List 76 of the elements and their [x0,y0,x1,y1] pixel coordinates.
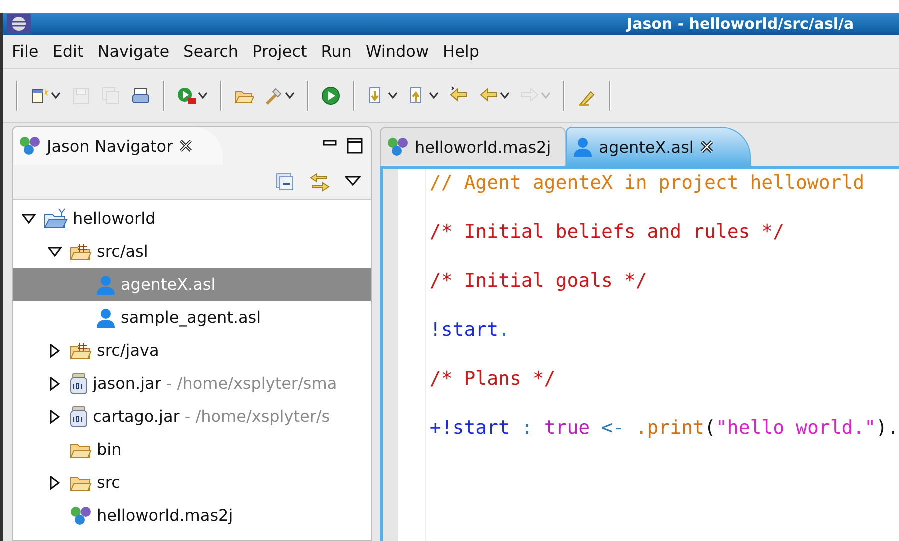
menu-item[interactable]: File [5,42,46,61]
editor-tab[interactable]: helloworld.mas2j [380,127,566,166]
collapsed-triangle-icon[interactable] [50,410,60,424]
code-line: // Agent agenteX in project helloworld [430,171,866,196]
tree-item[interactable]: src/asl [13,235,371,268]
caret-icon [51,92,61,100]
expanded-triangle-icon[interactable] [48,246,62,256]
tree-item-label: jason.jar [93,374,162,393]
tree-item[interactable]: src/java [13,334,371,367]
editor-tab-label: agenteX.asl [599,138,694,156]
menu-item[interactable]: Edit [46,42,91,61]
menu-item[interactable]: Navigate [90,42,177,61]
view-menu-icon[interactable] [345,176,361,188]
view-tab[interactable]: Jason Navigator [13,127,224,165]
code-line: /* Initial beliefs and rules */ [430,220,786,245]
tree-item-label: helloworld.mas2j [97,506,234,525]
code-line: /* Initial goals */ [430,269,648,294]
tree-item-label: src/asl [97,242,148,261]
tree-item[interactable]: jason.jar - /home/xsplyter/sma [13,367,371,400]
jar-icon [70,372,88,394]
code-line: !start. [430,318,512,343]
caret-icon [388,92,398,100]
expanded-triangle-icon[interactable] [22,214,36,224]
colored-dots-icon [70,506,92,526]
tree-item[interactable]: sample_agent.asl [13,301,371,334]
printer-icon [131,86,151,106]
tree-item-label: bin [97,440,122,459]
tree-item-label: src [97,473,120,492]
code-line: /* Plans */ [430,367,557,392]
editor-tab[interactable]: agenteX.asl [566,127,751,166]
tree-item-label: cartago.jar [93,407,180,426]
caret-icon [500,92,510,100]
maximize-icon[interactable] [347,138,363,154]
collapsed-triangle-icon[interactable] [50,376,60,390]
package-folder-icon [70,242,92,260]
tree-item[interactable]: cartago.jar - /home/xsplyter/s [13,400,371,433]
menu-item[interactable]: Window [358,42,436,61]
tree-item-label: sample_agent.asl [121,308,262,327]
tree-item-label: src/java [97,341,160,360]
caret-icon [429,92,439,100]
caret-icon [285,92,295,100]
collapsed-triangle-icon[interactable] [50,344,60,358]
person-icon [96,308,116,328]
person-icon [96,274,116,294]
collapsed-triangle-icon[interactable] [50,476,60,490]
tree-item[interactable]: src [13,466,371,499]
menu-item[interactable]: Project [246,42,314,61]
sync-arrows-icon[interactable] [309,171,331,193]
collapse-all-icon[interactable] [275,172,295,192]
jar-icon [70,406,88,428]
caret-icon [198,92,208,100]
tree-item[interactable]: helloworld [13,202,371,235]
person-icon [573,137,594,157]
tree-item-label: helloworld [73,209,156,228]
colored-dots-icon [19,136,41,156]
tree-item[interactable]: bin [13,433,371,466]
app-logo-icon [7,14,31,34]
run-configuration-icon [177,86,197,106]
tree-item[interactable]: helloworld.mas2j [13,499,371,532]
close-icon[interactable] [700,140,714,154]
window-title: Jason - helloworld/src/asl/a [627,15,856,33]
colored-dots-icon [387,137,409,157]
package-folder-icon [70,342,92,360]
editor-tab-label: helloworld.mas2j [415,138,552,156]
menu-item[interactable]: Search [176,42,246,61]
tree-item-label: agenteX.asl [121,275,216,294]
code-line: +!start : true <- .print("hello world."). [430,416,899,441]
close-icon[interactable] [179,139,194,153]
tree-item-path: - /home/xsplyter/s [184,407,330,426]
tree-item-path: - /home/xsplyter/sma [166,374,338,393]
project-folder-icon [44,208,68,230]
caret-icon [541,92,551,100]
view-tab-title: Jason Navigator [47,136,174,156]
play-icon [321,86,341,106]
menu-item[interactable]: Run [314,42,359,61]
menu-item[interactable]: Help [436,42,487,61]
